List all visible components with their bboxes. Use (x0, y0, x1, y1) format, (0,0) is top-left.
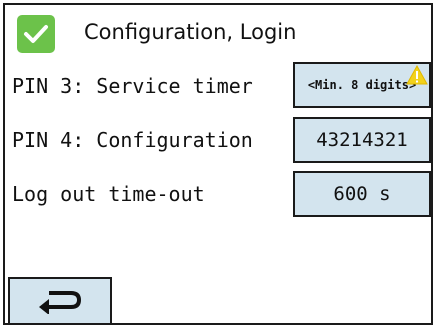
warning-icon (406, 65, 428, 85)
header: Configuration, Login (5, 5, 431, 61)
service-timer-pin-value: <Min. 8 digits> (307, 78, 417, 92)
configuration-pin-value: 43214321 (316, 129, 408, 151)
return-arrow-icon (39, 291, 81, 314)
page-title: Configuration, Login (84, 20, 297, 44)
service-timer-pin-label: PIN 3: Service timer (12, 74, 253, 98)
logout-timeout-value: 600 s (333, 183, 391, 205)
check-icon (17, 15, 55, 53)
service-timer-pin-field[interactable]: <Min. 8 digits> (293, 62, 431, 108)
configuration-pin-field[interactable]: 43214321 (293, 117, 431, 163)
back-button[interactable] (8, 277, 112, 325)
configuration-login-panel: Configuration, Login PIN 3: Service time… (3, 3, 433, 325)
logout-timeout-field[interactable]: 600 s (293, 171, 431, 217)
configuration-pin-label: PIN 4: Configuration (12, 128, 253, 152)
logout-timeout-label: Log out time-out (12, 182, 205, 206)
